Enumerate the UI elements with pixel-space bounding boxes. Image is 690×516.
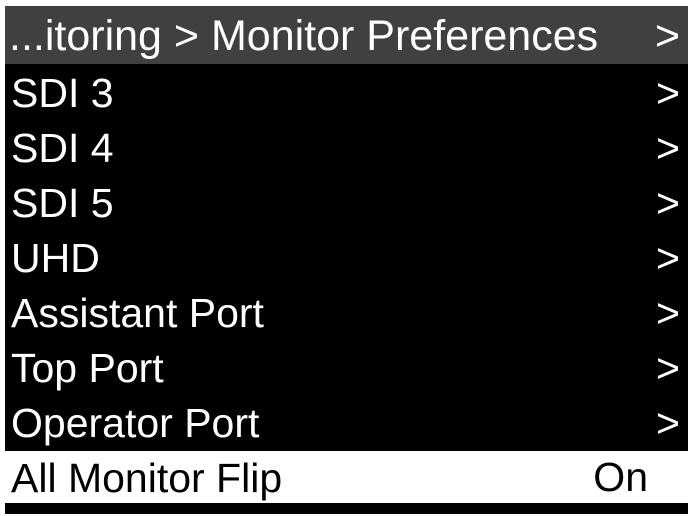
chevron-right-icon: >	[656, 180, 680, 226]
monitor-preferences-screen: ...itoring > Monitor Preferences > SDI 3…	[5, 6, 688, 514]
menu-item-label: UHD	[11, 235, 100, 281]
chevron-right-icon: >	[656, 125, 680, 171]
menu-item-sdi-4[interactable]: SDI 4 >	[5, 121, 688, 176]
menu-item-all-monitor-flip[interactable]: All Monitor Flip On	[5, 451, 688, 503]
chevron-right-icon: >	[656, 70, 680, 116]
setting-value: On	[593, 454, 648, 500]
menu-item-label: Top Port	[11, 345, 164, 391]
menu-item-label: All Monitor Flip	[11, 455, 283, 501]
breadcrumb: ...itoring > Monitor Preferences	[9, 12, 599, 60]
menu-item-sdi-3[interactable]: SDI 3 >	[5, 66, 688, 121]
menu-item-label: SDI 3	[11, 70, 114, 116]
chevron-right-icon: >	[656, 400, 680, 446]
menu-item-label: SDI 4	[11, 125, 114, 171]
chevron-right-icon: >	[654, 12, 680, 60]
menu-item-label: Assistant Port	[11, 290, 264, 336]
menu-list: SDI 3 > SDI 4 > SDI 5 > UHD > Assistant …	[5, 66, 688, 503]
breadcrumb-header: ...itoring > Monitor Preferences >	[5, 6, 688, 64]
menu-item-assistant-port[interactable]: Assistant Port >	[5, 286, 688, 341]
chevron-right-icon: >	[656, 290, 680, 336]
menu-item-uhd[interactable]: UHD >	[5, 231, 688, 286]
chevron-right-icon: >	[656, 235, 680, 281]
menu-item-top-port[interactable]: Top Port >	[5, 341, 688, 396]
menu-item-label: Operator Port	[11, 400, 260, 446]
menu-item-label: SDI 5	[11, 180, 114, 226]
menu-item-operator-port[interactable]: Operator Port >	[5, 396, 688, 451]
chevron-right-icon: >	[656, 345, 680, 391]
menu-item-sdi-5[interactable]: SDI 5 >	[5, 176, 688, 231]
